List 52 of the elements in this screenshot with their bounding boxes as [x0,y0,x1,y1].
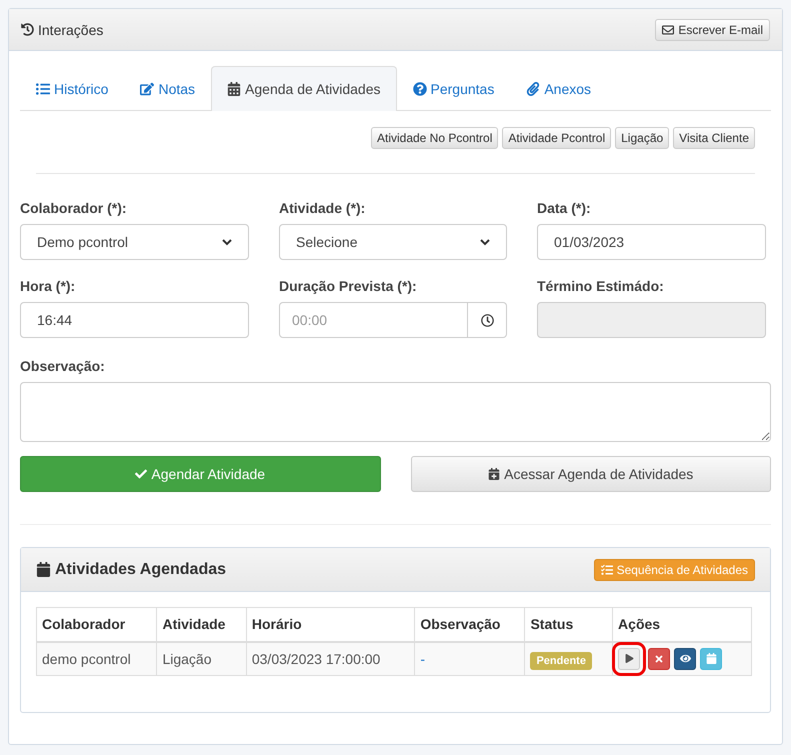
play-icon [624,654,634,664]
tab[interactable]: Anexos [510,66,608,111]
select-field[interactable]: Selecione [279,224,507,260]
input-field[interactable]: 16:44 [20,302,249,338]
check-icon [135,468,148,480]
field-label: Hora (*): [20,278,76,294]
duration-field[interactable]: 00:00 [279,302,468,338]
paperclip-icon [526,82,540,96]
delete-button[interactable] [648,648,670,670]
tab[interactable]: Perguntas [396,66,510,111]
tab[interactable]: Agenda de Atividades [211,66,396,111]
activity-type-button[interactable]: Atividade No Pcontrol [370,127,498,149]
clock-addon[interactable] [468,302,507,338]
chevron-icon [480,238,490,246]
calendar-icon [227,82,242,96]
eye-icon [680,653,691,664]
calendar-icon [36,562,51,577]
card-title: Atividades Agendadas [36,560,226,578]
activity-type-button[interactable]: Visita Cliente [673,127,755,149]
table-cell: demo pcontrol [36,642,157,676]
tab[interactable]: Histórico [20,66,124,111]
history-icon [21,23,34,36]
field-label: Colaborador (*): [20,200,128,216]
status-badge: Pendente [530,652,592,670]
observation-field[interactable] [20,382,771,442]
input-field[interactable]: 01/03/2023 [537,224,766,260]
close-icon [654,654,664,664]
activity-type-button[interactable]: Atividade Pcontrol [502,127,612,149]
field-label: Duração Prevista (*): [279,278,418,294]
select-field[interactable]: Demo pcontrol [20,224,249,260]
clock-icon [480,314,494,326]
tab[interactable]: Notas [124,66,212,111]
view-button[interactable] [674,648,696,670]
agenda-button[interactable]: Acessar Agenda de Atividades [410,456,771,492]
tasks-icon [600,564,613,576]
panel-title: Interações [21,22,104,38]
calendar-icon [706,653,717,664]
table-cell: Ligação [156,642,246,676]
chevron-icon [222,238,232,246]
field-label: Data (*): [537,200,592,216]
activity-type-button[interactable]: Ligação [615,127,670,149]
field-label: Observação: [20,358,106,374]
list-icon [36,82,50,96]
email-button[interactable]: Escrever E-mail [655,18,770,40]
calendar-plus-icon [488,468,500,480]
question-icon [412,82,426,96]
edit-icon [140,82,154,96]
table-cell: 03/03/2023 17:00:00 [246,642,415,676]
field-label: Atividade (*): [279,200,366,216]
field-label: Término Estimádo: [537,278,665,294]
observation-link[interactable]: - [420,650,425,667]
envelope-icon [662,24,674,36]
